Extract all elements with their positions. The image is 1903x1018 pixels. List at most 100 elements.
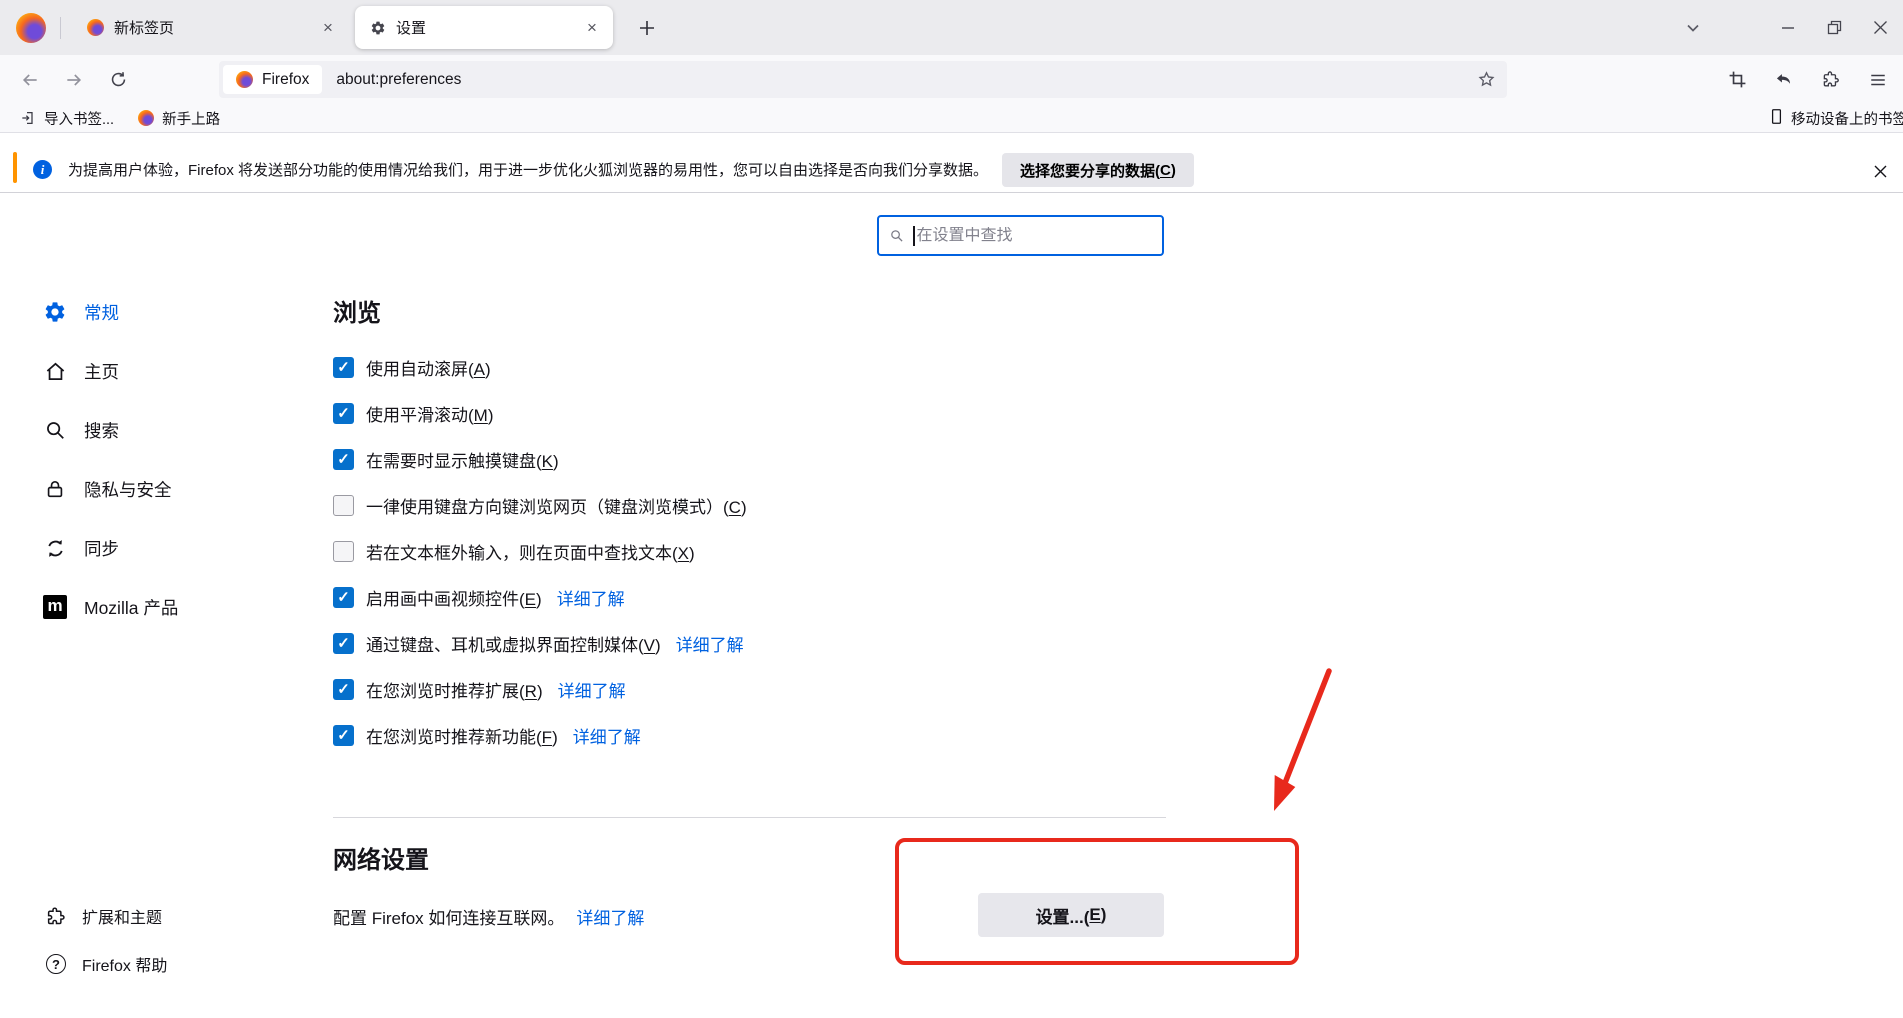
browsing-options-list: 使用自动滚屏(A) 使用平滑滚动(M) 在需要时显示触摸键盘(K) 一律使用键盘… (333, 352, 747, 750)
firefox-icon (138, 110, 154, 126)
checkbox-label[interactable]: 在您浏览时推荐扩展(R) (366, 677, 543, 702)
gear-icon (42, 299, 68, 325)
url-text[interactable]: about:preferences (336, 71, 461, 89)
bookmark-label: 导入书签... (44, 108, 114, 129)
notification-message: 为提高用户体验，Firefox 将发送部分功能的使用情况给我们，用于进一步优化火… (68, 159, 988, 180)
tab-close-icon[interactable]: × (579, 15, 605, 41)
checkbox[interactable] (333, 403, 354, 424)
option-row: 使用平滑滚动(M) (333, 398, 747, 428)
minimize-button[interactable] (1765, 0, 1811, 55)
learn-more-link[interactable]: 详细了解 (557, 585, 625, 610)
sidebar-item-home[interactable]: 主页 (42, 349, 178, 393)
settings-sidebar: 常规 主页 搜索 隐私与安全 同步 Moz (42, 290, 178, 629)
option-row: 若在文本框外输入，则在页面中查找文本(X) (333, 536, 747, 566)
checkbox[interactable] (333, 633, 354, 654)
search-icon (42, 417, 68, 443)
option-row: 使用自动滚屏(A) (333, 352, 747, 382)
url-bar[interactable]: Firefox about:preferences (219, 61, 1507, 98)
firefox-logo-icon[interactable] (16, 13, 46, 43)
checkbox-label[interactable]: 使用平滑滚动(M) (366, 401, 494, 426)
sidebar-footer: 扩展和主题 Firefox 帮助 (44, 896, 167, 984)
close-window-button[interactable] (1857, 0, 1903, 55)
bookmark-getting-started[interactable]: 新手上路 (134, 106, 224, 130)
checkbox-label[interactable]: 一律使用键盘方向键浏览网页（键盘浏览模式）(C) (366, 493, 747, 518)
mozilla-icon (42, 594, 68, 620)
checkbox-label[interactable]: 使用自动滚屏(A) (366, 355, 491, 380)
checkbox-label[interactable]: 在您浏览时推荐新功能(F) (366, 723, 558, 748)
checkbox-label[interactable]: 通过键盘、耳机或虚拟界面控制媒体(V) (366, 631, 661, 656)
settings-search-input[interactable] (915, 227, 1163, 245)
lock-icon (42, 476, 68, 502)
sidebar-item-label: Mozilla 产品 (84, 595, 178, 620)
new-tab-button[interactable] (629, 10, 665, 46)
data-sharing-notification-bar: 为提高用户体验，Firefox 将发送部分功能的使用情况给我们，用于进一步优化火… (0, 147, 1903, 193)
sidebar-item-privacy-security[interactable]: 隐私与安全 (42, 467, 178, 511)
bookmark-import-bookmarks[interactable]: 导入书签... (16, 106, 118, 130)
option-row: 启用画中画视频控件(E) 详细了解 (333, 582, 747, 612)
forward-button[interactable] (56, 62, 92, 98)
notification-accent-stripe (13, 152, 17, 183)
checkbox[interactable] (333, 357, 354, 378)
tab-title: 设置 (396, 17, 579, 38)
learn-more-link[interactable]: 详细了解 (558, 677, 626, 702)
restore-button[interactable] (1811, 0, 1857, 55)
help-icon (44, 952, 68, 976)
back-button[interactable] (12, 62, 48, 98)
sidebar-item-general[interactable]: 常规 (42, 290, 178, 334)
tab-new-tab-page[interactable]: 新标签页 × (73, 0, 349, 55)
search-icon (889, 228, 904, 243)
sidebar-item-label: 同步 (84, 536, 119, 561)
checkbox[interactable] (333, 495, 354, 516)
phone-icon (1768, 108, 1785, 129)
home-icon (42, 358, 68, 384)
learn-more-link[interactable]: 详细了解 (676, 631, 744, 656)
screenshot-crop-button[interactable] (1720, 63, 1754, 97)
undo-arrow-button[interactable] (1767, 63, 1801, 97)
choose-shared-data-button[interactable]: 选择您要分享的数据(C) (1002, 153, 1194, 187)
checkbox[interactable] (333, 679, 354, 700)
annotation-rectangle (895, 838, 1299, 965)
checkbox-label[interactable]: 在需要时显示触摸键盘(K) (366, 447, 559, 472)
sidebar-item-sync[interactable]: 同步 (42, 526, 178, 570)
site-identity-label: Firefox (262, 71, 309, 89)
option-row: 在需要时显示触摸键盘(K) (333, 444, 747, 474)
site-identity-chip[interactable]: Firefox (223, 65, 322, 94)
network-description-row: 配置 Firefox 如何连接互联网。 详细了解 (333, 904, 644, 929)
sidebar-item-extensions-themes[interactable]: 扩展和主题 (44, 896, 167, 936)
checkbox[interactable] (333, 587, 354, 608)
sidebar-item-label: 常规 (84, 300, 119, 325)
checkbox[interactable] (333, 541, 354, 562)
sidebar-item-mozilla-products[interactable]: Mozilla 产品 (42, 585, 178, 629)
option-row: 在您浏览时推荐扩展(R) 详细了解 (333, 674, 747, 704)
annotation-arrow-icon (1256, 663, 1346, 826)
list-all-tabs-button[interactable] (1673, 0, 1713, 55)
learn-more-link[interactable]: 详细了解 (576, 904, 644, 929)
checkbox-label[interactable]: 启用画中画视频控件(E) (366, 585, 542, 610)
sidebar-item-label: Firefox 帮助 (82, 952, 167, 976)
mobile-bookmarks-item[interactable]: 移动设备上的书签 (1768, 108, 1903, 129)
bookmark-star-icon[interactable] (1471, 65, 1501, 95)
notification-close-icon[interactable] (1867, 158, 1893, 184)
sidebar-item-label: 主页 (84, 359, 119, 384)
checkbox[interactable] (333, 449, 354, 470)
firefox-favicon-icon (87, 19, 104, 36)
network-section-heading: 网络设置 (333, 840, 429, 875)
learn-more-link[interactable]: 详细了解 (573, 723, 641, 748)
checkbox[interactable] (333, 725, 354, 746)
info-icon (33, 160, 52, 179)
puzzle-icon (44, 904, 68, 928)
settings-search-box[interactable] (877, 215, 1164, 256)
sidebar-item-search[interactable]: 搜索 (42, 408, 178, 452)
checkbox-label[interactable]: 若在文本框外输入，则在页面中查找文本(X) (366, 539, 695, 564)
reload-button[interactable] (100, 62, 136, 98)
sidebar-item-firefox-support[interactable]: Firefox 帮助 (44, 944, 167, 984)
network-description: 配置 Firefox 如何连接互联网。 (333, 904, 564, 929)
navigation-toolbar: Firefox about:preferences (0, 55, 1903, 104)
app-menu-hamburger-button[interactable] (1861, 63, 1895, 97)
sync-icon (42, 535, 68, 561)
tab-close-icon[interactable]: × (315, 15, 341, 41)
sidebar-item-label: 扩展和主题 (82, 904, 162, 928)
extensions-puzzle-button[interactable] (1814, 63, 1848, 97)
sidebar-item-label: 隐私与安全 (84, 477, 172, 502)
tab-settings[interactable]: 设置 × (355, 6, 613, 49)
